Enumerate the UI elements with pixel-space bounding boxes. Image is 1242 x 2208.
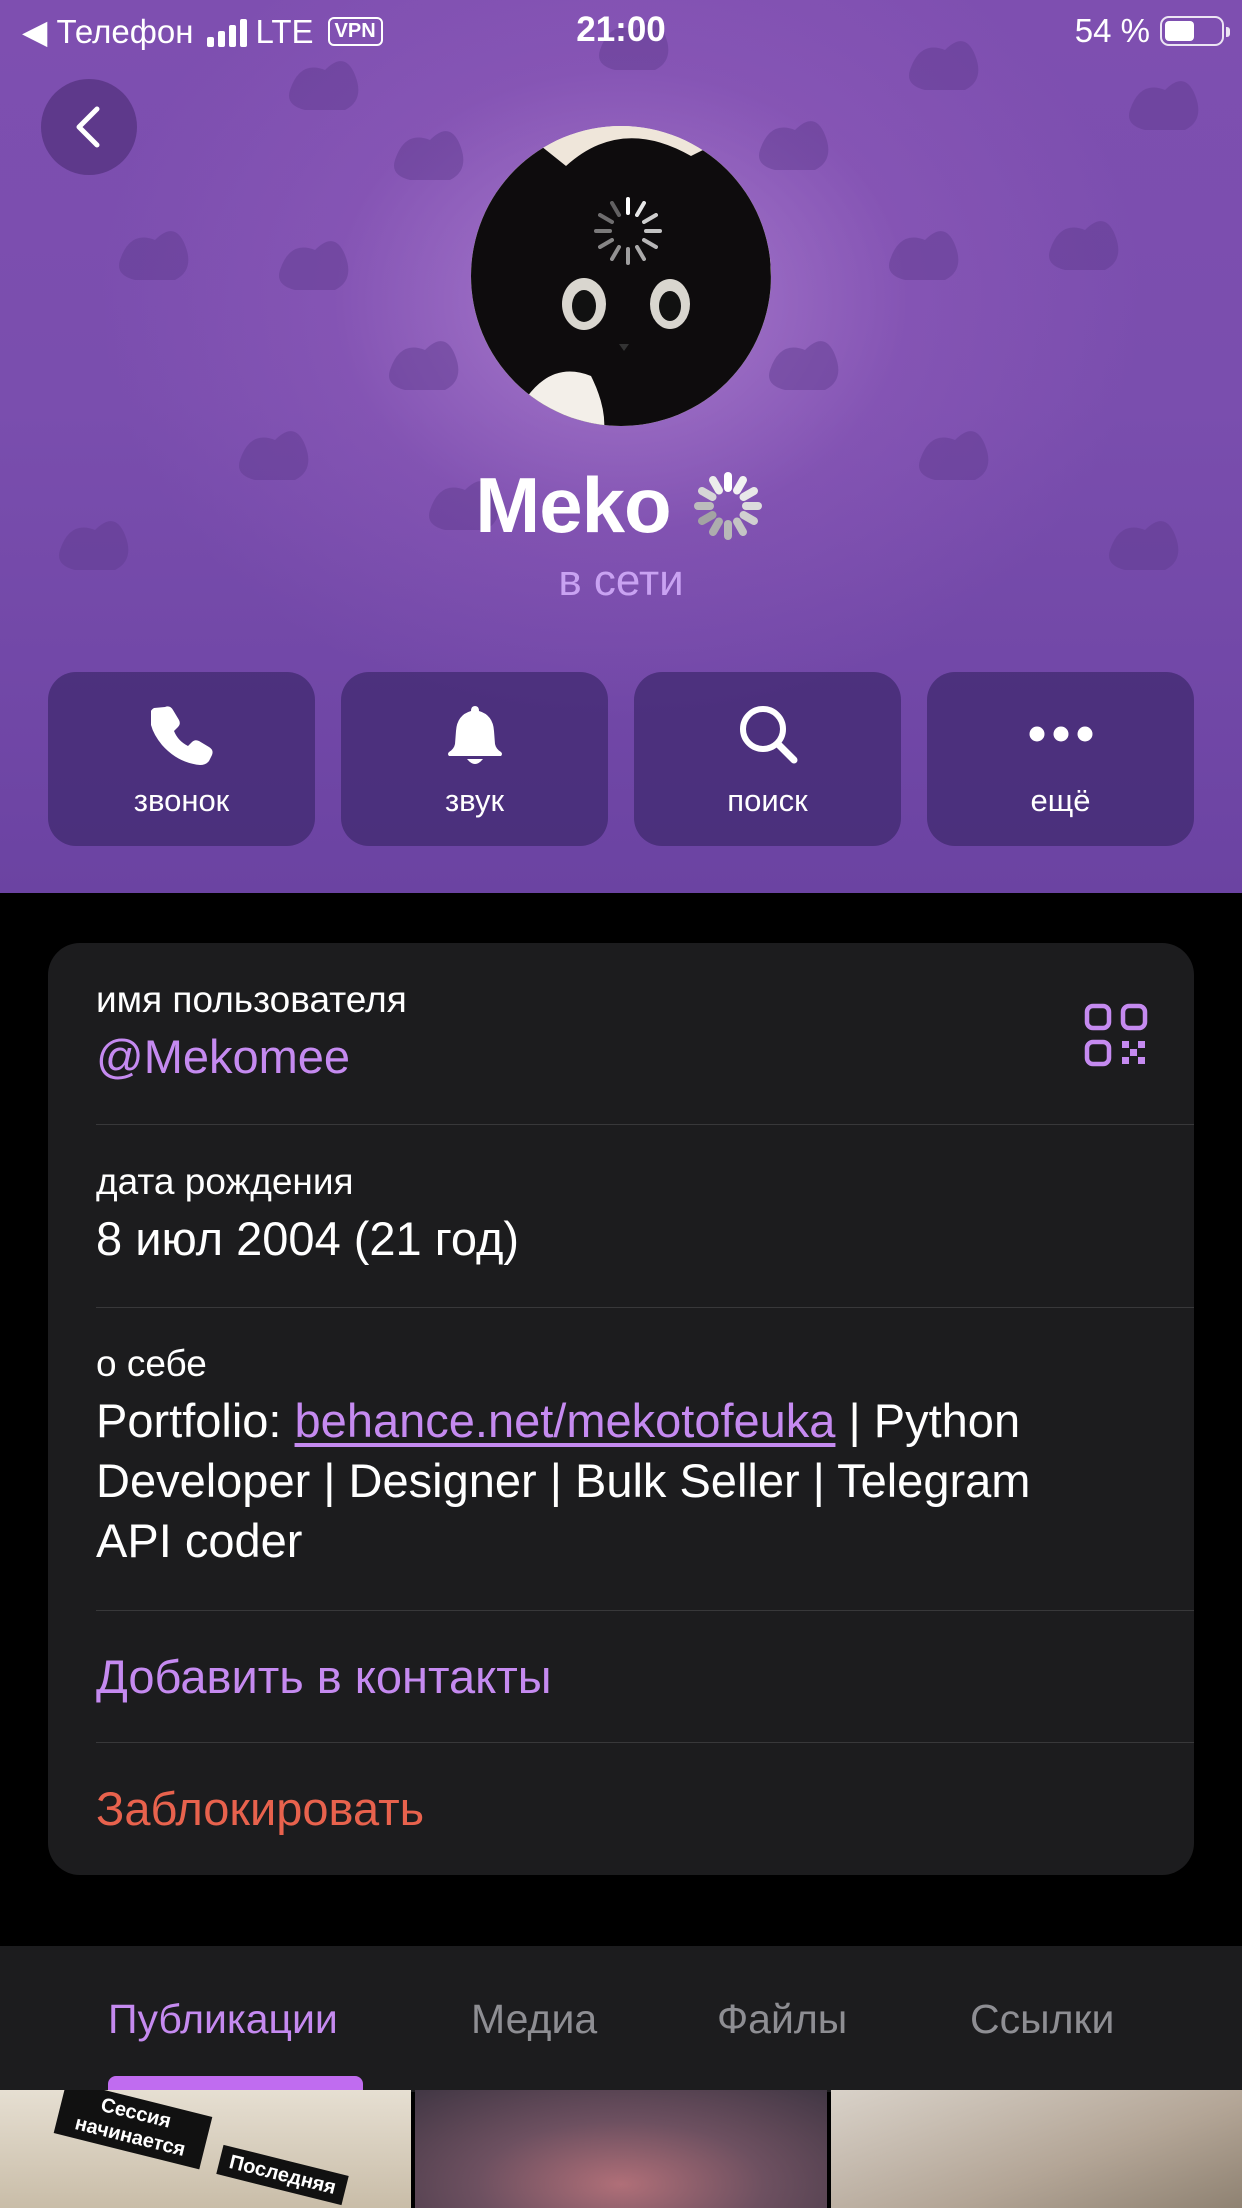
sound-button[interactable]: звук bbox=[341, 672, 608, 846]
search-button[interactable]: поиск bbox=[634, 672, 901, 846]
media-tabs: Публикации Медиа Файлы Ссылки bbox=[0, 1946, 1242, 2092]
more-button[interactable]: ещё bbox=[927, 672, 1194, 846]
thumbnail-caption: Последняя bbox=[216, 2144, 349, 2206]
bio-suffix: | Python bbox=[835, 1394, 1021, 1447]
active-tab-indicator bbox=[108, 2076, 363, 2090]
info-card: имя пользователя @Mekomee дата рождения … bbox=[48, 943, 1194, 1875]
status-bar-right: 54 % bbox=[1074, 12, 1230, 50]
bio-line: Developer | Designer | Bulk Seller | Tel… bbox=[96, 1454, 1031, 1507]
search-button-label: поиск bbox=[727, 783, 808, 818]
media-thumbnail[interactable]: Сессия начинается Последняя bbox=[0, 2090, 412, 2208]
divider bbox=[96, 1124, 1194, 1125]
name-row: Meko bbox=[0, 460, 1242, 551]
bio-prefix: Portfolio: bbox=[96, 1394, 295, 1447]
username-row[interactable]: имя пользователя @Mekomee bbox=[96, 979, 1194, 1087]
call-button-label: звонок bbox=[133, 783, 230, 818]
qr-code-icon bbox=[1084, 1003, 1148, 1067]
portfolio-link[interactable]: behance.net/mekotofeuka bbox=[295, 1394, 836, 1447]
online-status: в сети bbox=[558, 556, 684, 605]
battery-level bbox=[1165, 21, 1195, 41]
clock: 21:00 bbox=[576, 10, 666, 49]
birthday-row: дата рождения 8 июл 2004 (21 год) bbox=[96, 1161, 1194, 1269]
block-button[interactable]: Заблокировать bbox=[96, 1742, 1194, 1875]
call-button[interactable]: звонок bbox=[48, 672, 315, 846]
media-grid: Сессия начинается Последняя bbox=[0, 2090, 1242, 2208]
tab-files[interactable]: Файлы bbox=[717, 1946, 847, 2092]
bell-icon bbox=[440, 699, 510, 769]
phone-icon bbox=[147, 699, 217, 769]
tab-links[interactable]: Ссылки bbox=[970, 1946, 1114, 2092]
add-contact-label: Добавить в контакты bbox=[96, 1649, 552, 1703]
back-button[interactable] bbox=[41, 79, 137, 175]
avatar[interactable] bbox=[471, 126, 771, 426]
more-button-label: ещё bbox=[1030, 783, 1091, 818]
action-bar: звонок звук поиск ещё bbox=[48, 672, 1194, 846]
tab-media[interactable]: Медиа bbox=[471, 1946, 597, 2092]
thumbnail-caption: Сессия начинается bbox=[53, 2090, 213, 2170]
sound-button-label: звук bbox=[444, 783, 505, 818]
bio-text: Portfolio: behance.net/mekotofeuka | Pyt… bbox=[96, 1391, 1194, 1571]
add-contact-button[interactable]: Добавить в контакты bbox=[96, 1610, 1194, 1742]
bio-label: о себе bbox=[96, 1343, 207, 1384]
birthday-value: 8 июл 2004 (21 год) bbox=[96, 1212, 520, 1265]
bio-row: о себе Portfolio: behance.net/mekotofeuk… bbox=[96, 1343, 1194, 1571]
emoji-status-icon[interactable] bbox=[689, 467, 767, 545]
username-label: имя пользователя bbox=[96, 979, 407, 1020]
status-bar: ◀ Телефон LTE VPN 21:00 54 % bbox=[0, 0, 1242, 62]
battery-icon bbox=[1160, 16, 1230, 46]
birthday-label: дата рождения bbox=[96, 1161, 354, 1202]
qr-code-button[interactable] bbox=[1084, 1003, 1148, 1067]
battery-percent: 54 % bbox=[1074, 12, 1150, 49]
profile-header: ◀ Телефон LTE VPN 21:00 54 % Meko в сети… bbox=[0, 0, 1242, 893]
username-value[interactable]: @Mekomee bbox=[96, 1027, 1194, 1087]
tab-publications[interactable]: Публикации bbox=[108, 1946, 338, 2092]
more-icon bbox=[1026, 699, 1096, 769]
media-thumbnail[interactable] bbox=[415, 2090, 827, 2208]
search-icon bbox=[733, 699, 803, 769]
media-thumbnail[interactable] bbox=[830, 2090, 1242, 2208]
profile-name: Meko bbox=[475, 461, 671, 549]
bio-line: API coder bbox=[96, 1514, 303, 1567]
divider bbox=[96, 1307, 1194, 1308]
block-label: Заблокировать bbox=[96, 1782, 425, 1835]
chevron-left-icon bbox=[76, 106, 100, 148]
cat-photo bbox=[471, 126, 771, 426]
